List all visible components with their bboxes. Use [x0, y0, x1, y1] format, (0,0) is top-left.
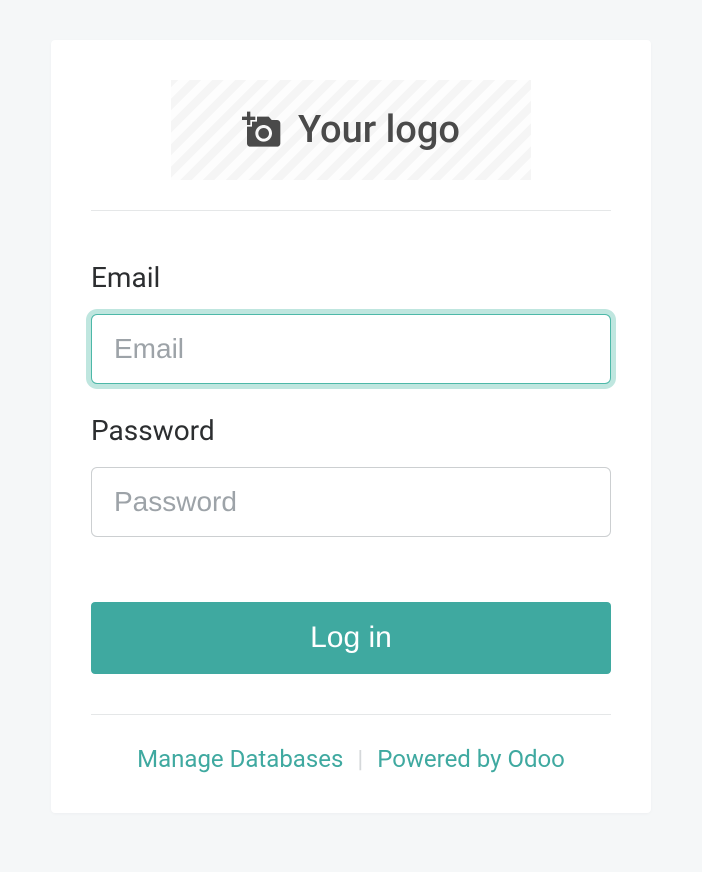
email-label: Email [91, 261, 611, 294]
add-photo-icon [242, 110, 282, 150]
email-form-group: Email [91, 261, 611, 384]
powered-by-link[interactable]: Powered by Odoo [377, 745, 565, 773]
footer-links: Manage Databases | Powered by Odoo [91, 745, 611, 773]
logo-placeholder-text: Your logo [298, 108, 460, 152]
header-divider [91, 210, 611, 211]
password-form-group: Password [91, 414, 611, 537]
password-label: Password [91, 414, 611, 447]
password-input[interactable] [91, 467, 611, 537]
login-card: Your logo Email Password Log in Manage D… [51, 40, 651, 813]
footer-divider [91, 714, 611, 715]
logo-placeholder: Your logo [171, 80, 531, 180]
footer-separator: | [357, 745, 363, 773]
login-button[interactable]: Log in [91, 602, 611, 674]
manage-databases-link[interactable]: Manage Databases [137, 745, 343, 773]
email-input[interactable] [91, 314, 611, 384]
